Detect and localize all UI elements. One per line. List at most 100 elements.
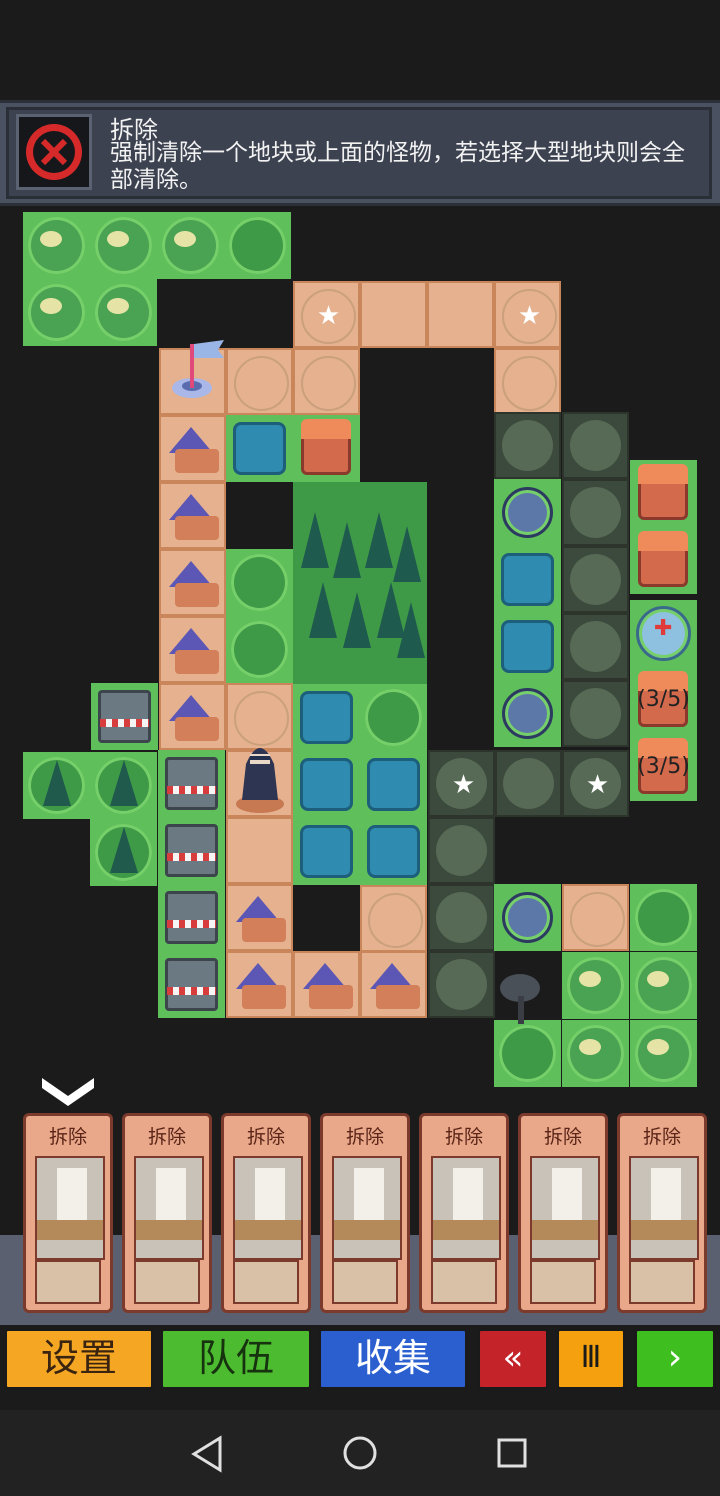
road-tile[interactable]	[360, 281, 427, 348]
tent-tile[interactable]	[226, 951, 293, 1018]
tent-tile[interactable]	[159, 616, 226, 683]
tree-tile[interactable]	[90, 819, 157, 886]
road-tile[interactable]	[494, 348, 561, 415]
meadow-tile[interactable]	[562, 952, 629, 1019]
hero-character[interactable]	[232, 734, 288, 814]
shop-tile[interactable]	[158, 884, 225, 951]
tree-tile[interactable]	[90, 752, 157, 819]
camp-tile[interactable]: (3/5)	[630, 734, 697, 801]
shop-tile[interactable]	[91, 683, 158, 750]
ruins-tile[interactable]	[562, 680, 629, 747]
grove-tile[interactable]	[224, 212, 291, 279]
ruins-tile[interactable]: ★	[428, 750, 495, 817]
meadow-tile[interactable]	[630, 952, 697, 1019]
hospital-tile[interactable]: ✚	[630, 600, 697, 667]
chevron-down-icon[interactable]	[40, 1074, 96, 1108]
forest-block[interactable]	[293, 482, 427, 684]
settings-button[interactable]: 设置	[4, 1328, 154, 1390]
remove-x-icon	[16, 114, 92, 190]
meadow-tile[interactable]	[23, 212, 90, 279]
shop-tile[interactable]	[158, 951, 225, 1018]
star-icon: ★	[451, 770, 476, 800]
road-tile[interactable]: ★	[293, 281, 360, 348]
factory-tile[interactable]	[360, 885, 427, 952]
pond-tile[interactable]	[293, 818, 360, 885]
pond-tile[interactable]	[360, 751, 427, 818]
shop-tile[interactable]	[158, 750, 225, 817]
meadow-tile[interactable]	[90, 279, 157, 346]
parking-tile[interactable]	[562, 884, 629, 951]
ruins-tile[interactable]	[562, 479, 629, 546]
road-tile[interactable]	[427, 281, 494, 348]
ruins-tile[interactable]	[428, 884, 495, 951]
building-tile[interactable]	[494, 680, 561, 747]
building-tile[interactable]	[494, 479, 561, 546]
building-tile[interactable]	[494, 884, 561, 951]
pond-tile[interactable]	[494, 546, 561, 613]
pond-tile[interactable]	[293, 751, 360, 818]
pond-tile[interactable]	[360, 818, 427, 885]
ruins-tile[interactable]	[562, 546, 629, 613]
meadow-tile[interactable]	[157, 212, 224, 279]
remove-card[interactable]: 拆除	[221, 1113, 311, 1313]
home-icon[interactable]	[342, 1435, 378, 1471]
meadow-tile[interactable]	[23, 279, 90, 346]
card-footer	[629, 1260, 695, 1304]
remove-card[interactable]: 拆除	[617, 1113, 707, 1313]
campfire-tile[interactable]	[226, 549, 293, 616]
ruins-tile[interactable]	[428, 817, 495, 884]
tent-tile[interactable]	[159, 415, 226, 482]
ruins-tile[interactable]	[428, 951, 495, 1018]
pond-tile[interactable]	[494, 613, 561, 680]
tree-tile[interactable]	[23, 752, 90, 819]
play-button[interactable]: ›	[634, 1328, 716, 1390]
meadow-tile[interactable]	[90, 212, 157, 279]
road-tile[interactable]	[226, 817, 293, 884]
card-label: 拆除	[246, 1126, 285, 1148]
remove-card[interactable]: 拆除	[320, 1113, 410, 1313]
card-label: 拆除	[642, 1126, 681, 1148]
rewind-button[interactable]: «	[477, 1328, 549, 1390]
ruins-tile[interactable]	[494, 412, 561, 479]
pause-button[interactable]: Ⅲ	[556, 1328, 626, 1390]
tent-tile[interactable]	[159, 482, 226, 549]
pond-tile[interactable]	[293, 684, 360, 751]
campfire-tile[interactable]	[226, 616, 293, 683]
pond-tile[interactable]	[226, 415, 293, 482]
road-tile[interactable]	[293, 348, 360, 415]
ruins-tile[interactable]: ★	[562, 750, 629, 817]
house-tile[interactable]	[293, 415, 360, 482]
collect-button[interactable]: 收集	[318, 1328, 468, 1390]
red-cross-icon: ✚	[654, 616, 673, 641]
card-art	[530, 1156, 600, 1260]
road-tile[interactable]	[226, 348, 293, 415]
house-tile[interactable]	[630, 460, 697, 527]
radar-dish-icon	[500, 974, 540, 1024]
tent-tile[interactable]	[226, 884, 293, 951]
ruins-tile[interactable]	[562, 412, 629, 479]
star-icon: ★	[316, 301, 341, 331]
tent-tile[interactable]	[159, 683, 226, 750]
grove-tile[interactable]	[360, 684, 427, 751]
radar-tile[interactable]	[494, 1020, 561, 1087]
tent-tile[interactable]	[293, 951, 360, 1018]
remove-card[interactable]: 拆除	[122, 1113, 212, 1313]
remove-card[interactable]: 拆除	[419, 1113, 509, 1313]
camp-tile[interactable]: (3/5)	[630, 667, 697, 734]
meadow-tile[interactable]	[630, 1020, 697, 1087]
shop-tile[interactable]	[158, 817, 225, 884]
remove-card[interactable]: 拆除	[518, 1113, 608, 1313]
tent-tile[interactable]	[360, 951, 427, 1018]
meadow-tile[interactable]	[562, 1020, 629, 1087]
house-tile[interactable]	[630, 527, 697, 594]
card-art	[134, 1156, 204, 1260]
recents-icon[interactable]	[496, 1437, 528, 1469]
road-tile[interactable]: ★	[494, 281, 561, 348]
team-button[interactable]: 队伍	[160, 1328, 312, 1390]
grove-tile[interactable]	[630, 884, 697, 951]
ruins-tile[interactable]	[562, 613, 629, 680]
remove-card[interactable]: 拆除	[23, 1113, 113, 1313]
ruins-tile[interactable]	[495, 750, 562, 817]
back-icon[interactable]	[190, 1434, 224, 1474]
tent-tile[interactable]	[159, 549, 226, 616]
